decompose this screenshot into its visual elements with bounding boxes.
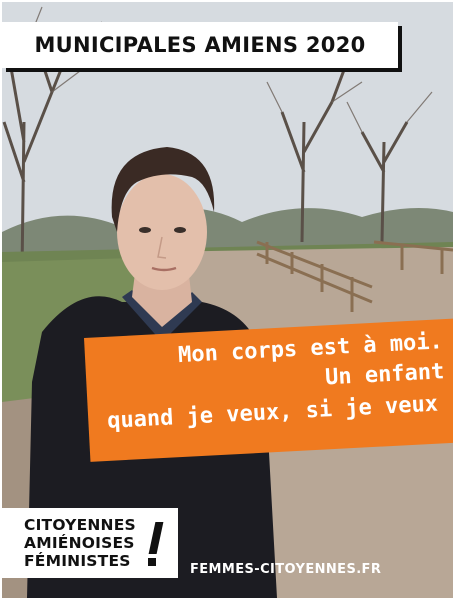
logo-line-2: AMIÉNOISES (24, 534, 135, 552)
slogan-line-3: quand je veux, si je veux (106, 391, 439, 434)
poster-title: MUNICIPALES AMIENS 2020 (34, 33, 366, 57)
slogan-line-2: Un enfant (324, 359, 445, 391)
slogan-banner: Mon corps est à moi. Un enfant quand je … (84, 318, 453, 462)
logo-line-3: FÉMINISTES (24, 552, 131, 570)
campaign-poster: MUNICIPALES AMIENS 2020 Mon corps est à … (2, 2, 453, 598)
website-link[interactable]: FEMMES-CITOYENNES.FR (190, 562, 381, 577)
exclamation-mark-icon (148, 522, 164, 554)
exclamation-dot-icon (148, 558, 156, 566)
poster-title-banner: MUNICIPALES AMIENS 2020 (2, 22, 398, 68)
organization-logo: CITOYENNES AMIÉNOISES FÉMINISTES (2, 508, 178, 578)
logo-line-1: CITOYENNES (24, 516, 136, 534)
